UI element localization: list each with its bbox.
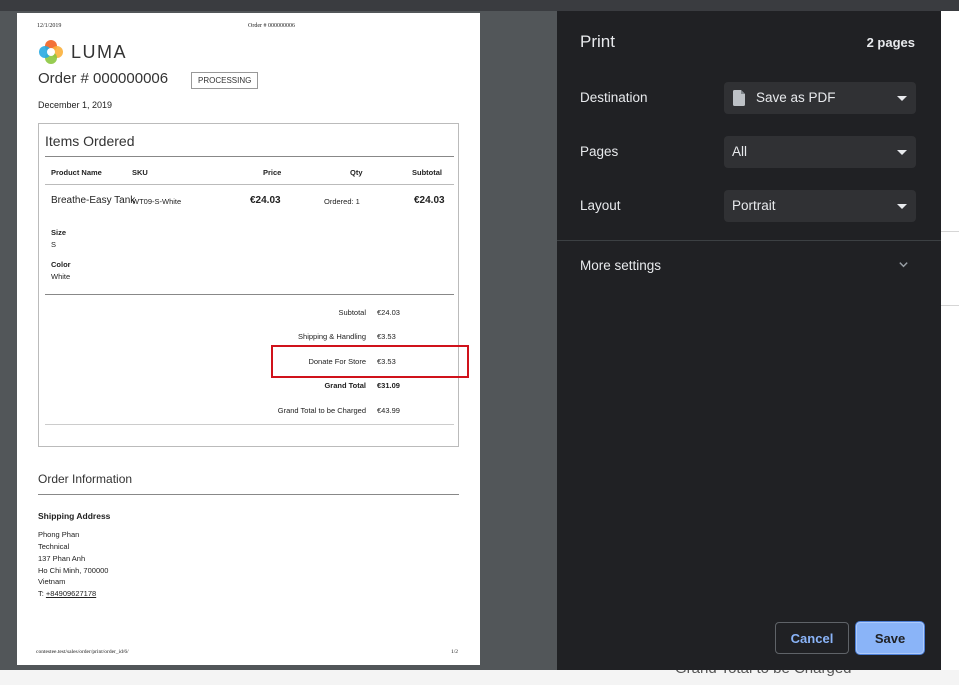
preview-page: 12/1/2019 Order # 000000006 LUMA Order #… xyxy=(17,13,480,665)
destination-label: Destination xyxy=(580,90,648,105)
column-header-price: Price xyxy=(263,168,282,177)
page-header-date: 12/1/2019 xyxy=(37,23,62,29)
address-line: Vietnam xyxy=(38,577,66,586)
item-size-label: Size xyxy=(51,228,67,237)
background-page xyxy=(941,11,959,685)
page-count: 2 pages xyxy=(866,35,915,50)
print-settings-panel: Print 2 pages Destination Save as PDF Pa… xyxy=(557,11,941,670)
layout-select[interactable]: Portrait xyxy=(724,190,916,222)
pages-value: All xyxy=(732,144,748,159)
totals-grand-total-label: Grand Total xyxy=(324,381,366,390)
logo-text: LUMA xyxy=(71,42,128,62)
cancel-button[interactable]: Cancel xyxy=(775,622,849,654)
item-subtotal: €24.03 xyxy=(414,195,445,206)
item-price: €24.03 xyxy=(250,195,281,206)
destination-value: Save as PDF xyxy=(756,90,836,105)
highlight-annotation-box xyxy=(271,345,469,378)
layout-value: Portrait xyxy=(732,198,776,213)
totals-shipping-label: Shipping & Handling xyxy=(298,332,366,341)
item-color-label: Color xyxy=(51,260,71,269)
address-phone: T: +84909627178 xyxy=(38,589,96,598)
destination-select[interactable]: Save as PDF xyxy=(724,82,916,114)
page-footer-page-number: 1/2 xyxy=(451,649,459,655)
print-dialog: 12/1/2019 Order # 000000006 LUMA Order #… xyxy=(0,11,941,670)
divider xyxy=(38,494,459,495)
address-line: Phong Phan xyxy=(38,530,80,539)
address-line: 137 Phan Anh xyxy=(38,554,86,563)
item-product-name: Breathe-Easy Tank xyxy=(51,195,136,206)
background-divider xyxy=(941,231,959,232)
page-header-order: Order # 000000006 xyxy=(248,23,295,29)
order-title: Order # 000000006 xyxy=(38,70,169,87)
print-title: Print xyxy=(580,32,615,51)
item-size-value: S xyxy=(51,240,57,249)
more-settings-toggle[interactable]: More settings xyxy=(580,258,661,273)
item-sku: WT09-S-White xyxy=(132,197,182,206)
column-header-sku: SKU xyxy=(132,168,148,177)
item-qty: Ordered: 1 xyxy=(324,197,360,206)
luma-logo-icon xyxy=(39,40,63,64)
totals-charged-label: Grand Total to be Charged xyxy=(277,406,366,415)
layout-label: Layout xyxy=(580,198,621,213)
address-line: Technical xyxy=(38,542,70,551)
divider xyxy=(557,240,941,241)
items-ordered-box: Items Ordered Product Name SKU Price Qty… xyxy=(38,123,459,447)
document-icon xyxy=(733,90,745,106)
shipping-address-title: Shipping Address xyxy=(38,511,111,521)
divider xyxy=(45,184,454,185)
column-header-qty: Qty xyxy=(350,168,363,177)
item-color-value: White xyxy=(51,272,71,281)
divider xyxy=(45,294,454,295)
totals-subtotal-value: €24.03 xyxy=(377,308,400,317)
divider xyxy=(45,156,454,157)
order-date: December 1, 2019 xyxy=(38,100,113,110)
totals-charged-value: €43.99 xyxy=(377,406,400,415)
column-header-subtotal: Subtotal xyxy=(412,168,442,177)
chevron-down-icon xyxy=(897,96,907,101)
phone-prefix: T: xyxy=(38,589,46,598)
chevron-down-icon xyxy=(897,204,907,209)
order-information-title: Order Information xyxy=(38,472,133,486)
totals-grand-total-value: €31.09 xyxy=(377,381,400,390)
save-button[interactable]: Save xyxy=(856,622,924,654)
items-ordered-title: Items Ordered xyxy=(45,133,135,149)
background-top-bar xyxy=(0,0,959,11)
chevron-down-icon[interactable] xyxy=(898,259,909,270)
chevron-down-icon xyxy=(897,150,907,155)
page-footer-url: contestee.test/sales/order/print/order_i… xyxy=(36,649,129,655)
totals-shipping-value: €3.53 xyxy=(377,332,396,341)
totals-subtotal-label: Subtotal xyxy=(338,308,366,317)
column-header-product: Product Name xyxy=(51,168,102,177)
pages-label: Pages xyxy=(580,144,619,159)
divider xyxy=(45,424,454,425)
phone-link: +84909627178 xyxy=(45,589,97,598)
address-line: Ho Chi Minh, 700000 xyxy=(38,566,109,575)
background-divider xyxy=(941,305,959,306)
status-badge: PROCESSING xyxy=(191,72,259,89)
pages-select[interactable]: All xyxy=(724,136,916,168)
print-preview-area[interactable]: 12/1/2019 Order # 000000006 LUMA Order #… xyxy=(0,11,557,670)
